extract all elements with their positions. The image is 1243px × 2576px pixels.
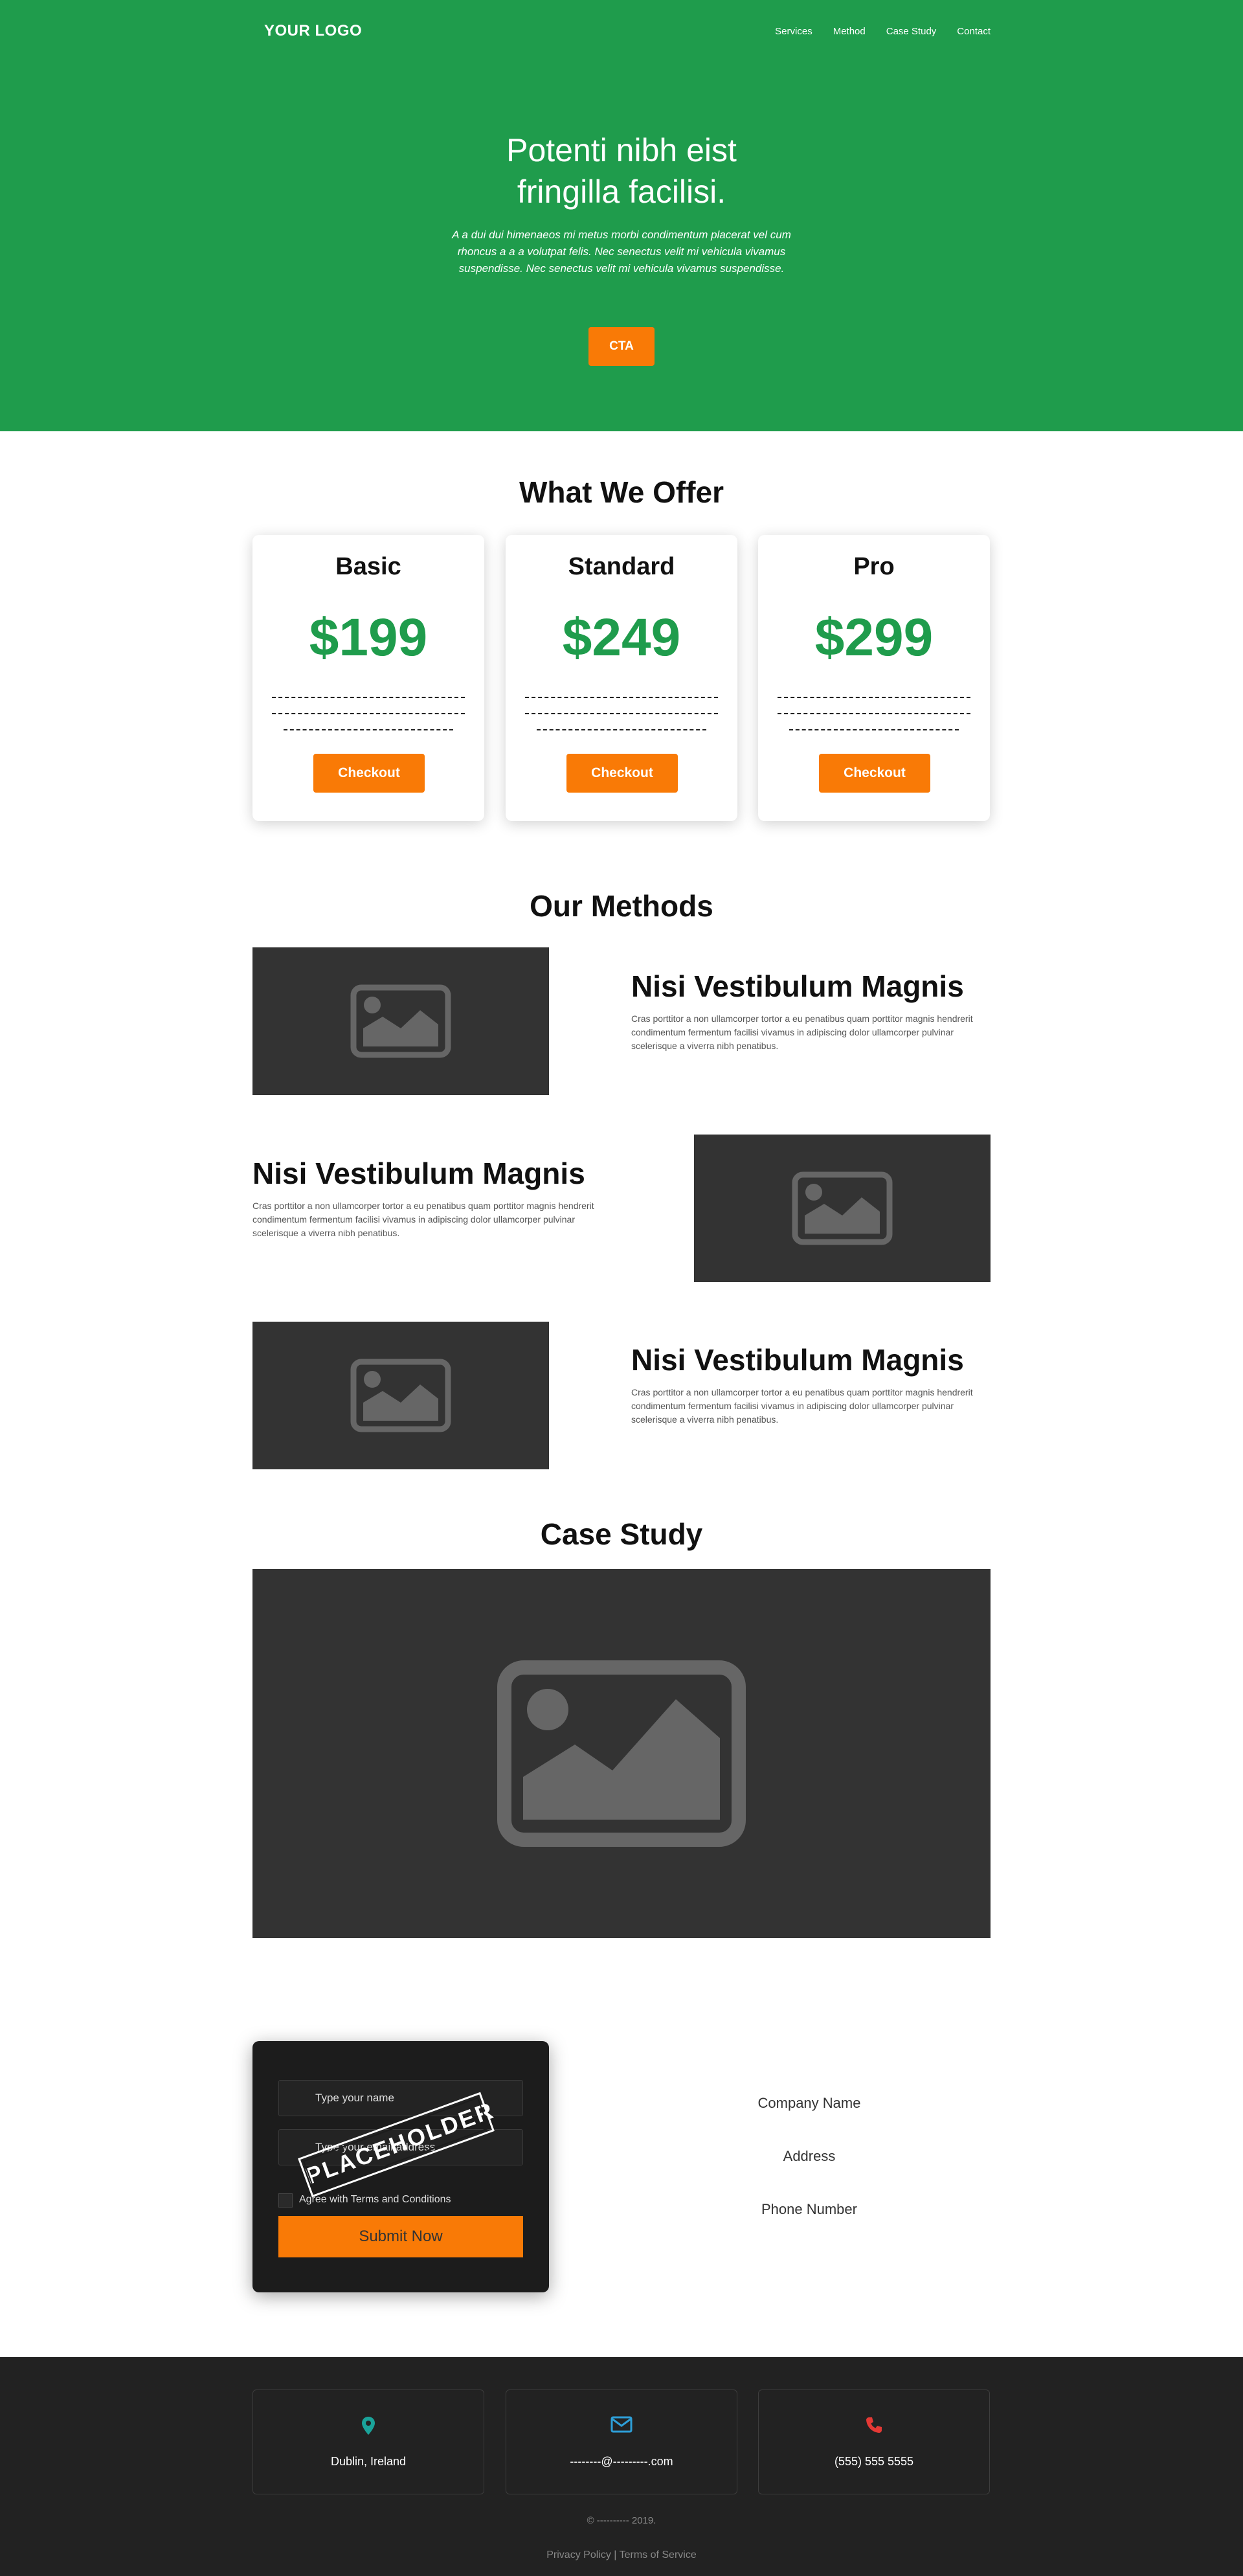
nav-link-services[interactable]: Services — [775, 26, 812, 37]
method-text: Cras porttitor a non ullamcorper tortor … — [631, 1013, 973, 1051]
footer-phone-box: (555) 555 5555 — [758, 2390, 990, 2494]
hero-title-line1: Potenti nibh eist — [506, 132, 737, 168]
footer-location-box: Dublin, Ireland — [252, 2390, 484, 2494]
method-title: Nisi Vestibulum Magnis — [631, 1343, 964, 1377]
company-phone: Phone Number — [761, 2201, 857, 2217]
company-name: Company Name — [757, 2095, 861, 2111]
method-image-placeholder — [694, 1135, 991, 1282]
plan-name: Basic — [335, 553, 401, 580]
nav-link-contact[interactable]: Contact — [957, 26, 991, 37]
nav-link-method[interactable]: Method — [833, 26, 866, 37]
image-placeholder-icon — [497, 1660, 746, 1847]
image-placeholder-icon — [350, 984, 451, 1058]
method-image-placeholder — [252, 1322, 549, 1469]
pricing-card-basic: Basic $199 Checkout — [252, 535, 484, 821]
case-study-title: Case Study — [540, 1517, 703, 1551]
hero-subtitle: A a dui dui himenaeos mi metus morbi con… — [452, 229, 791, 275]
method-title: Nisi Vestibulum Magnis — [631, 969, 964, 1003]
checkout-button[interactable]: Checkout — [819, 754, 930, 793]
method-title: Nisi Vestibulum Magnis — [252, 1157, 585, 1190]
terms-checkbox[interactable] — [278, 2193, 293, 2208]
checkout-button[interactable]: Checkout — [313, 754, 425, 793]
image-placeholder-icon — [350, 1359, 451, 1432]
nav-link-case-study[interactable]: Case Study — [886, 26, 937, 37]
image-placeholder-icon — [792, 1171, 893, 1245]
nav-links: Services Method Case Study Contact — [775, 26, 991, 37]
submit-button[interactable]: Submit Now — [278, 2216, 523, 2257]
plan-name: Pro — [853, 553, 895, 580]
plan-price: $299 — [814, 608, 934, 667]
offer-title: What We Offer — [519, 475, 724, 509]
footer-phone[interactable]: (555) 555 5555 — [759, 2455, 989, 2469]
phone-icon — [866, 2417, 882, 2433]
plan-feature-lines — [272, 697, 465, 745]
footer-location: Dublin, Ireland — [330, 2455, 407, 2468]
email-input[interactable] — [278, 2129, 523, 2165]
plan-feature-lines — [525, 697, 718, 745]
case-study-image-placeholder — [252, 1569, 991, 1938]
hero-title-line2: fringilla facilisi. — [517, 174, 726, 210]
pricing-card-standard: Standard $249 Checkout — [506, 535, 737, 821]
contact-form: Agree with Terms and Conditions Submit N… — [252, 2041, 549, 2292]
hero-title: Potenti nibh eist fringilla facilisi. — [0, 130, 1243, 212]
top-nav: YOUR LOGO Services Method Case Study Con… — [252, 22, 991, 40]
logo[interactable]: YOUR LOGO — [264, 22, 362, 40]
plan-feature-lines — [778, 697, 970, 745]
copyright: © ---------- 2019. — [587, 2515, 656, 2526]
plan-name: Standard — [568, 553, 675, 580]
method-text: Cras porttitor a non ullamcorper tortor … — [252, 1201, 594, 1238]
checkout-button[interactable]: Checkout — [566, 754, 678, 793]
terms-label: Agree with Terms and Conditions — [299, 2194, 451, 2205]
cta-button[interactable]: CTA — [588, 327, 655, 366]
footer-email[interactable]: --------@---------.com — [506, 2455, 737, 2469]
legal-links[interactable]: Privacy Policy | Terms of Service — [0, 2549, 1243, 2561]
envelope-icon — [610, 2416, 633, 2433]
method-text: Cras porttitor a non ullamcorper tortor … — [631, 1387, 973, 1425]
plan-price: $199 — [309, 608, 428, 667]
hero-section: YOUR LOGO Services Method Case Study Con… — [0, 0, 1243, 431]
footer: Dublin, Ireland --------@---------.com (… — [0, 2357, 1243, 2576]
map-pin-icon — [362, 2417, 375, 2435]
method-image-placeholder — [252, 947, 549, 1095]
plan-price: $249 — [562, 608, 681, 667]
name-input[interactable] — [278, 2080, 523, 2116]
methods-title: Our Methods — [530, 889, 713, 923]
pricing-card-pro: Pro $299 Checkout — [758, 535, 990, 821]
footer-email-box: --------@---------.com — [506, 2390, 737, 2494]
company-address: Address — [783, 2148, 836, 2164]
